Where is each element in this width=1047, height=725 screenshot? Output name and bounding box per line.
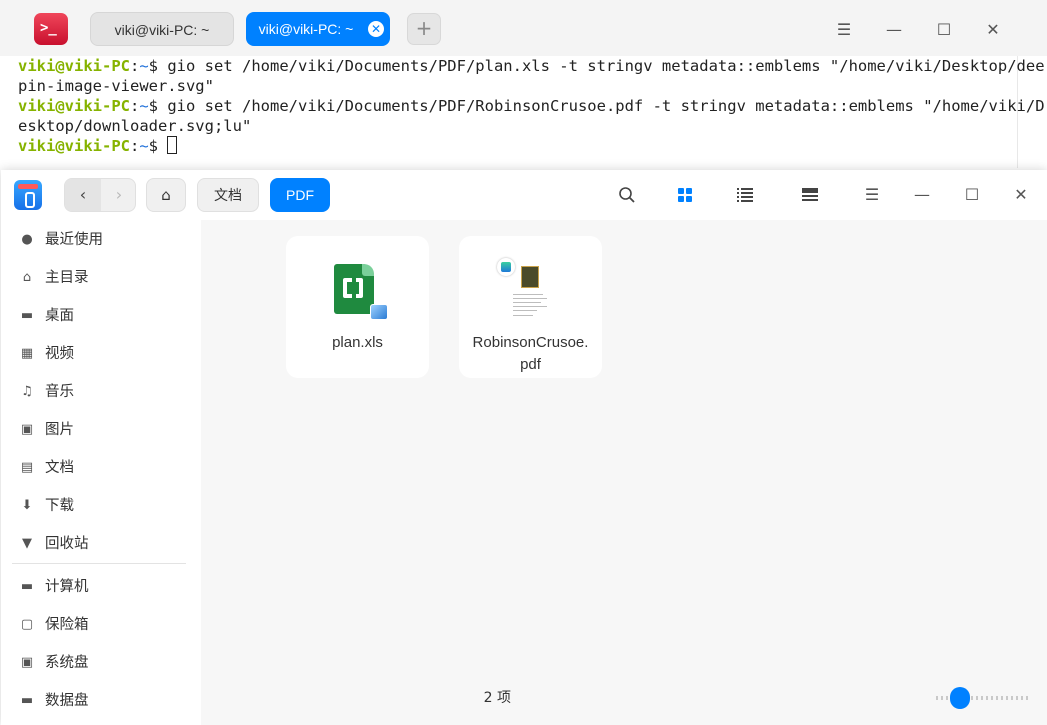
zoom-slider-handle[interactable] [950, 687, 970, 709]
navigation-buttons: ‹ › [64, 178, 136, 212]
terminal-line: viki@viki-PC:~$ gio set /home/viki/Docum… [18, 57, 1045, 75]
prompt-user: viki@viki-PC [18, 57, 130, 75]
menu-icon[interactable]: ☰ [860, 183, 884, 207]
sidebar: ● 最近使用 ⌂ 主目录 ▬ 桌面 ▦ 视频 ♫ 音乐 ▣ 图片 ▤ 文档 ⬇ 下载 ▼ 回收站 … [1, 220, 201, 725]
sidebar-item-label: 最近使用 [45, 232, 103, 248]
close-icon[interactable]: ✕ [981, 18, 1005, 42]
sidebar-item-label: 音乐 [45, 384, 74, 400]
sidebar-item-trash[interactable]: ▼ 回收站 [19, 531, 189, 557]
menu-icon[interactable]: ☰ [832, 18, 856, 42]
prompt-symbol: $ [148, 57, 168, 75]
sidebar-item-downloads[interactable]: ⬇ 下载 [19, 493, 189, 519]
sidebar-item-documents[interactable]: ▤ 文档 [19, 455, 189, 481]
file-item-robinsoncrusoe-pdf[interactable]: RobinsonCrusoe. pdf [459, 236, 602, 378]
file-manager-titlebar: ‹ › ⌂ 文档 PDF ☰ — ☐ ✕ [1, 170, 1047, 220]
sidebar-item-label: 系统盘 [45, 655, 89, 671]
sidebar-item-music[interactable]: ♫ 音乐 [19, 379, 189, 405]
sidebar-item-label: 数据盘 [45, 693, 89, 709]
close-tab-icon[interactable]: ✕ [368, 21, 384, 37]
sidebar-item-label: 计算机 [45, 579, 89, 595]
file-view[interactable]: plan.xls RobinsonCrusoe. pdf [201, 220, 1047, 725]
trash-icon: ▼ [22, 536, 32, 551]
computer-icon: ▬ [20, 579, 34, 594]
terminal-app-icon: >_ [34, 13, 68, 45]
image-viewer-emblem-icon [370, 304, 388, 320]
prompt-user: viki@viki-PC [18, 97, 130, 115]
sidebar-divider [12, 563, 186, 564]
file-name: plan.xls [332, 334, 383, 351]
sidebar-item-system-disk[interactable]: ▣ 系统盘 [19, 650, 189, 676]
sidebar-item-recent[interactable]: ● 最近使用 [19, 227, 189, 253]
music-icon: ♫ [21, 384, 33, 399]
sidebar-item-label: 主目录 [45, 270, 89, 286]
sidebar-item-computer[interactable]: ▬ 计算机 [19, 574, 189, 600]
minimize-icon[interactable]: — [910, 183, 934, 207]
file-item-plan-xls[interactable]: plan.xls [286, 236, 429, 378]
file-manager-logo-icon [14, 180, 42, 210]
desktop-icon: ▬ [20, 308, 34, 323]
sidebar-item-desktop[interactable]: ▬ 桌面 [19, 303, 189, 329]
new-tab-button[interactable]: + [407, 13, 441, 45]
download-icon: ⬇ [21, 498, 33, 513]
home-icon: ⌂ [22, 270, 32, 285]
list-view-icon[interactable] [731, 182, 759, 208]
terminal-output[interactable]: viki@viki-PC:~$ gio set /home/viki/Docum… [0, 56, 1045, 168]
command-text: esktop/downloader.svg;lu" [18, 117, 252, 135]
sidebar-item-label: 桌面 [45, 308, 74, 324]
command-text: gio set /home/viki/Documents/PDF/plan.xl… [167, 57, 1045, 75]
sidebar-item-label: 保险箱 [45, 617, 89, 633]
prompt-path: ~ [139, 137, 149, 155]
home-icon[interactable]: ⌂ [146, 178, 186, 212]
maximize-icon[interactable]: ☐ [960, 183, 984, 207]
terminal-tab-label: viki@viki-PC: ~ [258, 21, 354, 37]
command-text: gio set /home/viki/Documents/PDF/Robinso… [167, 97, 1045, 115]
detail-view-icon[interactable] [796, 182, 824, 208]
search-icon[interactable] [613, 182, 641, 208]
breadcrumb-documents[interactable]: 文档 [197, 178, 259, 212]
picture-icon: ▣ [20, 422, 34, 437]
sidebar-item-home[interactable]: ⌂ 主目录 [19, 265, 189, 291]
close-icon[interactable]: ✕ [1009, 183, 1033, 207]
sidebar-item-label: 视频 [45, 346, 74, 362]
minimize-icon[interactable]: — [882, 18, 906, 42]
sidebar-item-vault[interactable]: ▢ 保险箱 [19, 612, 189, 638]
maximize-icon[interactable]: ☐ [932, 18, 956, 42]
vault-icon: ▢ [20, 617, 34, 632]
sidebar-item-pictures[interactable]: ▣ 图片 [19, 417, 189, 443]
forward-button[interactable]: › [101, 179, 137, 211]
disk-icon: ▬ [20, 693, 34, 708]
sidebar-item-videos[interactable]: ▦ 视频 [19, 341, 189, 367]
terminal-titlebar: >_ viki@viki-PC: ~ viki@viki-PC: ~ ✕ + ☰… [0, 0, 1047, 56]
terminal-line: viki@viki-PC:~$ gio set /home/viki/Docum… [18, 97, 1045, 115]
terminal-line: pin-image-viewer.svg" [18, 76, 1007, 96]
breadcrumb-pdf[interactable]: PDF [270, 178, 330, 212]
terminal-line: esktop/downloader.svg;lu" [18, 116, 1007, 136]
sidebar-item-label: 文档 [45, 460, 74, 476]
sidebar-item-data-disk[interactable]: ▬ 数据盘 [19, 688, 189, 714]
file-name: RobinsonCrusoe. pdf [472, 334, 589, 373]
back-button[interactable]: ‹ [65, 179, 101, 211]
grid-view-icon[interactable] [671, 182, 699, 208]
terminal-tab-active[interactable]: viki@viki-PC: ~ ✕ [246, 12, 390, 46]
prompt-path: ~ [139, 57, 149, 75]
prompt-symbol: $ [148, 137, 168, 155]
downloader-emblem-icon [497, 258, 515, 276]
document-icon: ▤ [20, 460, 34, 475]
terminal-line: viki@viki-PC:~$ [18, 136, 1007, 156]
sidebar-item-label: 图片 [45, 422, 74, 438]
file-manager-window: ‹ › ⌂ 文档 PDF ☰ — ☐ ✕ ● 最近使用 ⌂ 主目录 ▬ 桌面 ▦ 视频 … [1, 170, 1047, 725]
prompt-user: viki@viki-PC [18, 137, 130, 155]
zoom-slider[interactable] [936, 687, 1028, 709]
video-icon: ▦ [20, 346, 34, 361]
clock-icon: ● [21, 232, 33, 247]
sidebar-item-label: 回收站 [45, 536, 89, 552]
status-item-count: 2 项 [483, 690, 511, 706]
disk-icon: ▣ [20, 655, 34, 670]
sidebar-item-label: 下载 [45, 498, 74, 514]
terminal-cursor [167, 136, 178, 154]
prompt-symbol: $ [148, 97, 168, 115]
command-text: pin-image-viewer.svg" [18, 77, 214, 95]
terminal-tab[interactable]: viki@viki-PC: ~ [90, 12, 234, 46]
prompt-path: ~ [139, 97, 149, 115]
